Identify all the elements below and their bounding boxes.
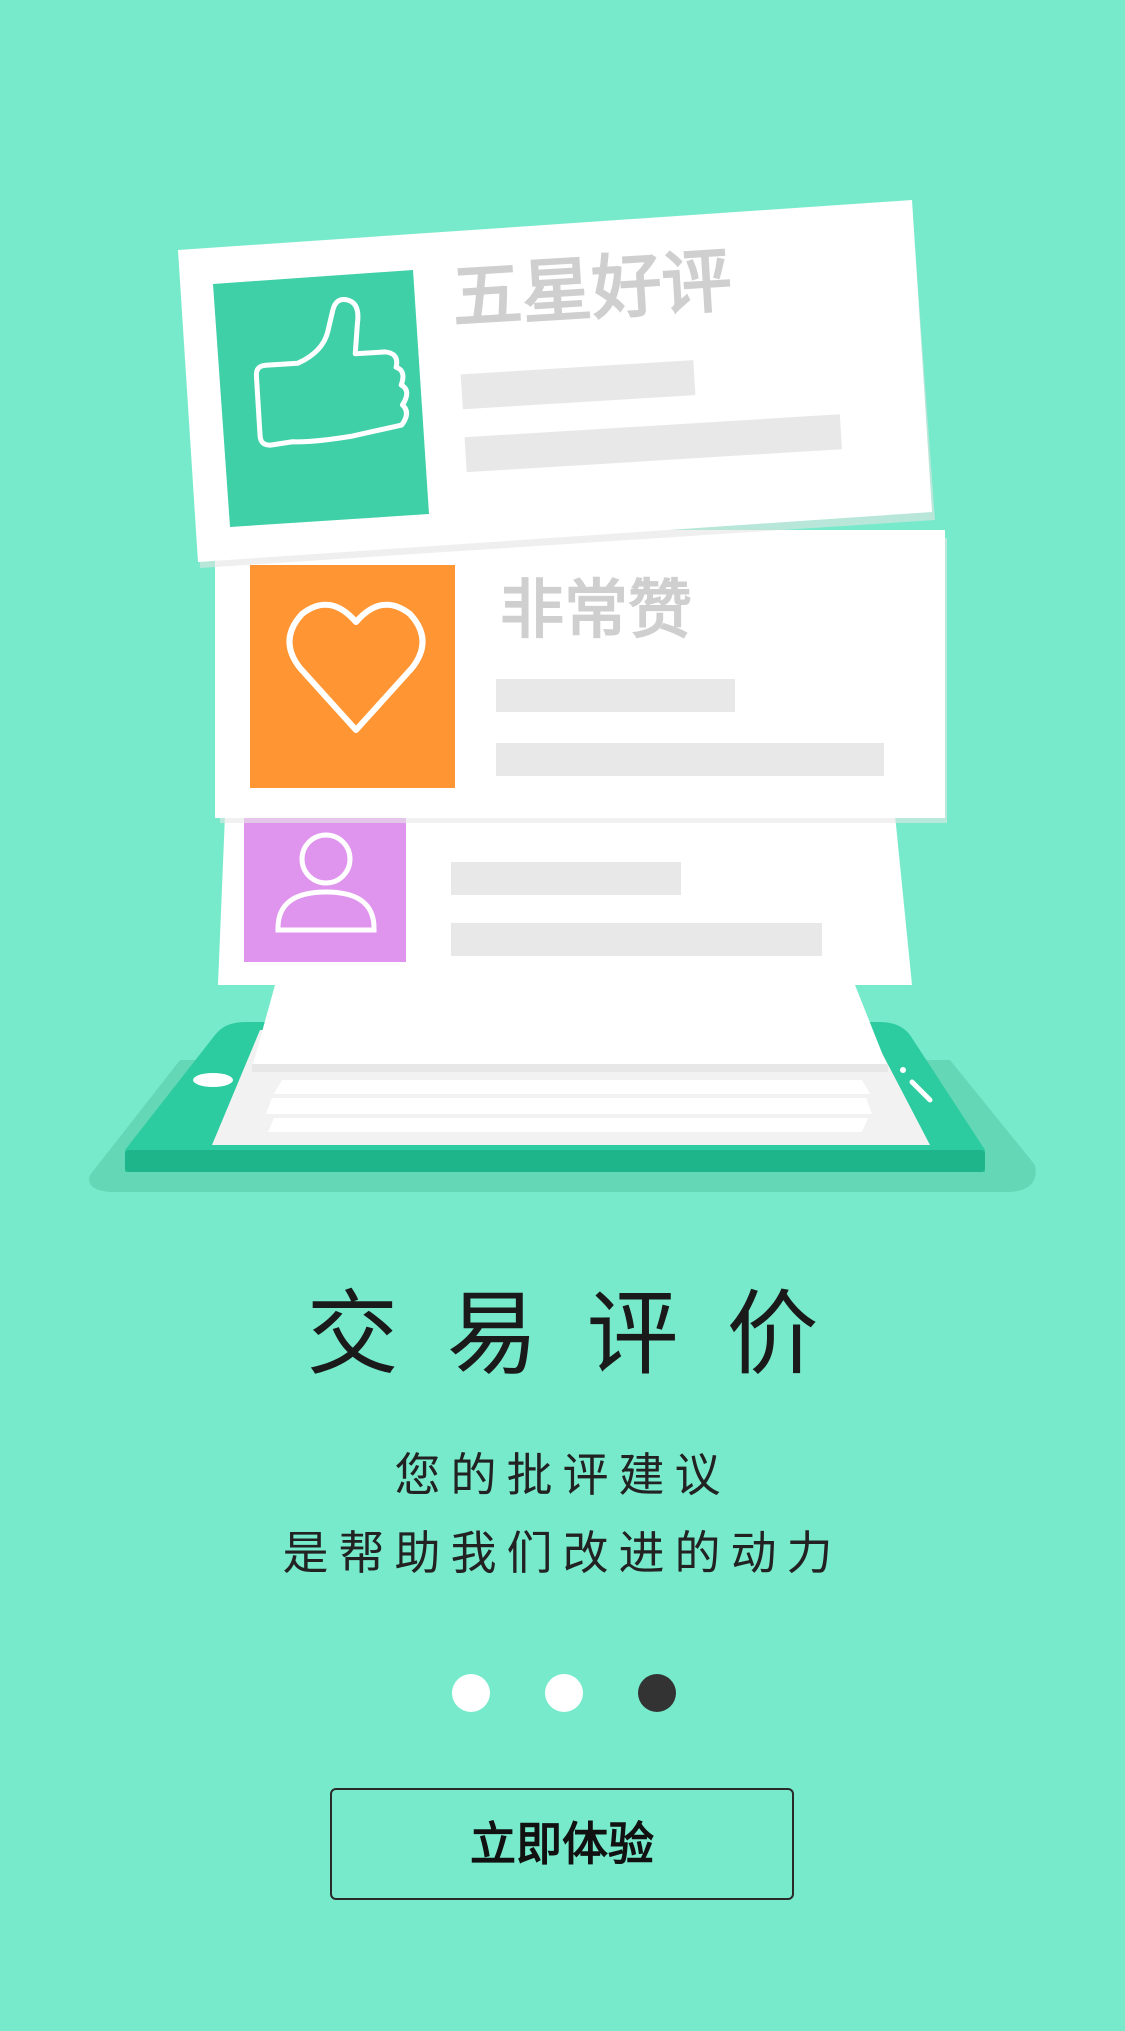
placeholder-line	[496, 743, 884, 776]
heart-icon-tile	[250, 565, 455, 788]
placeholder-line	[496, 679, 735, 712]
review-illustration: 非常赞 五星好评	[89, 200, 1036, 1192]
page-indicator	[0, 1674, 1125, 1714]
thumbs-up-icon-tile	[213, 270, 429, 527]
paper-stack-1	[274, 1080, 870, 1094]
paper-sheet	[252, 985, 888, 1068]
card-title-1: 五星好评	[450, 240, 734, 339]
subtitle-line-1: 您的批评建议	[394, 1448, 731, 1502]
card-title-2: 非常赞	[500, 574, 692, 648]
page-dot-3-active[interactable]	[638, 1674, 676, 1712]
phone-home-button	[193, 1073, 233, 1087]
placeholder-line	[451, 862, 681, 895]
card-user	[218, 815, 912, 985]
paper-sheet-shade	[252, 1064, 888, 1072]
paper-stack-3	[268, 1118, 868, 1132]
paper-stack-2	[266, 1098, 872, 1114]
start-now-button[interactable]: 立即体验	[330, 1788, 794, 1900]
subtitle-line-2: 是帮助我们改进的动力	[282, 1526, 843, 1580]
page-title: 交易评价	[306, 1281, 867, 1388]
page-dot-1[interactable]	[452, 1674, 490, 1712]
placeholder-line	[451, 923, 822, 956]
phone-base	[125, 1150, 985, 1172]
phone-camera	[900, 1067, 906, 1073]
page-dot-2[interactable]	[545, 1674, 583, 1712]
card-heart: 非常赞	[215, 530, 947, 823]
card-thumbs-up: 五星好评	[178, 200, 935, 568]
